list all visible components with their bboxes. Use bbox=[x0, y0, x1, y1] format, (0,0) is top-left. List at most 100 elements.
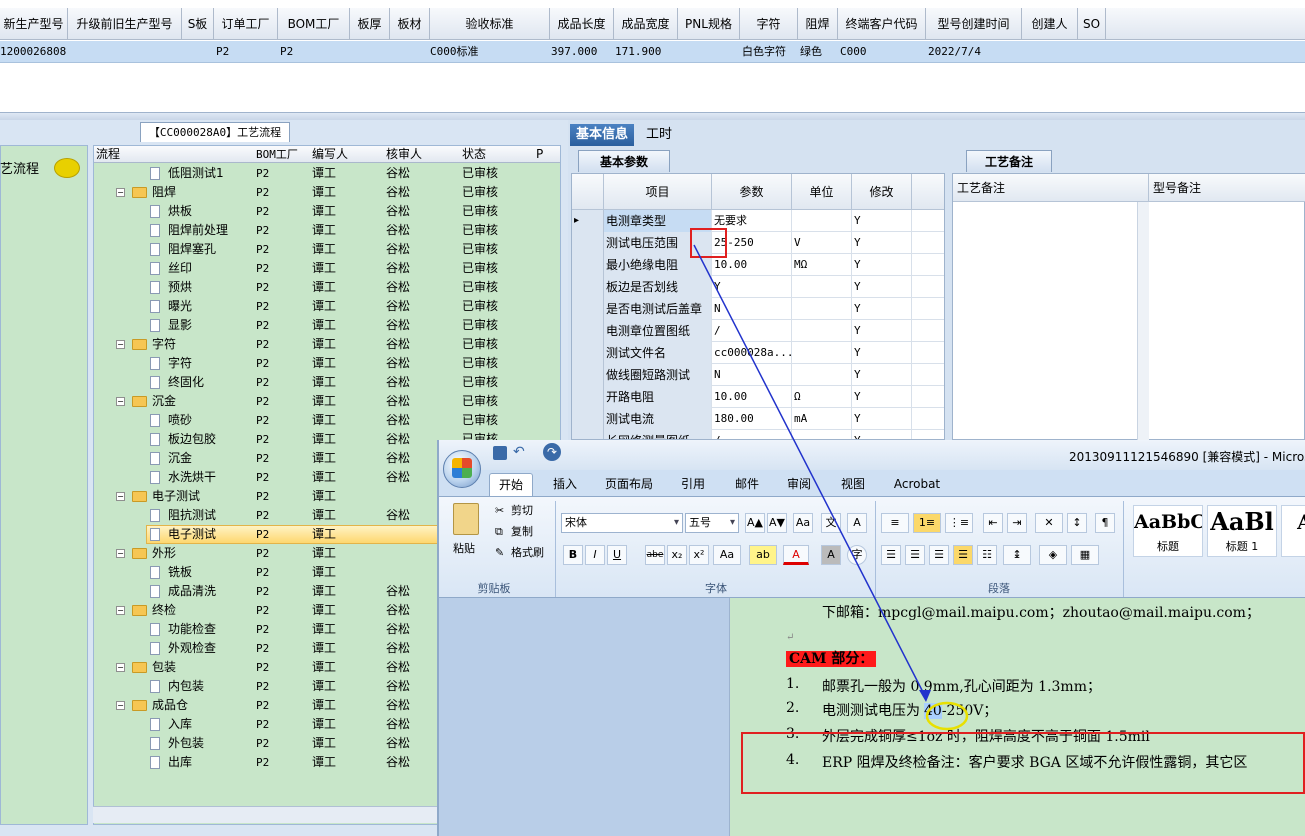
bullets-icon[interactable]: ≡ bbox=[881, 513, 909, 533]
strikethrough-icon[interactable]: abe bbox=[645, 545, 665, 565]
font-size-combo[interactable]: 五号 bbox=[685, 513, 739, 533]
align-center-icon[interactable]: ☰ bbox=[905, 545, 925, 565]
collapse-icon[interactable]: − bbox=[116, 188, 125, 197]
align-left-icon[interactable]: ☰ bbox=[881, 545, 901, 565]
numbering-icon[interactable]: 1≡ bbox=[913, 513, 941, 533]
tree-row[interactable]: 低阻测试1 P2 谭工 谷松 已审核 bbox=[94, 164, 560, 183]
row-indicator[interactable] bbox=[572, 276, 604, 298]
style-title[interactable]: AaBbC 标题 bbox=[1133, 505, 1203, 557]
row-indicator[interactable] bbox=[572, 386, 604, 408]
horizontal-splitter[interactable] bbox=[0, 112, 1305, 120]
tree-row[interactable]: − 字符 P2 谭工 谷松 已审核 bbox=[94, 335, 560, 354]
collapse-icon[interactable]: − bbox=[116, 663, 125, 672]
decrease-indent-icon[interactable]: ⇤ bbox=[983, 513, 1003, 533]
italic-icon[interactable]: I bbox=[585, 545, 605, 565]
col-silk[interactable]: 字符 bbox=[740, 8, 798, 40]
tab-acrobat[interactable]: Acrobat bbox=[889, 473, 945, 496]
font-color-icon[interactable]: A bbox=[783, 545, 809, 565]
format-painter-button[interactable]: 格式刷 bbox=[511, 543, 544, 563]
paste-button[interactable]: 粘贴 bbox=[453, 539, 475, 559]
show-marks-icon[interactable]: ¶ bbox=[1095, 513, 1115, 533]
tree-col-p[interactable]: P bbox=[536, 146, 543, 163]
tree-col-flow[interactable]: 流程 bbox=[96, 146, 120, 163]
tab-work-hours[interactable]: 工时 bbox=[640, 124, 678, 146]
top-grid-row[interactable]: 1200026808 P2 P2 C000标准 397.000 171.900 … bbox=[0, 41, 1305, 63]
params-row[interactable]: 最小绝缘电阻 10.00 MΩ Y bbox=[572, 254, 944, 276]
comment-icon[interactable] bbox=[54, 158, 80, 178]
col-customer[interactable]: 终端客户代码 bbox=[838, 8, 926, 40]
tab-insert[interactable]: 插入 bbox=[545, 473, 585, 496]
col-material[interactable]: 板材 bbox=[390, 8, 430, 40]
params-row[interactable]: 测试电压范围 25-250 V Y bbox=[572, 232, 944, 254]
collapse-icon[interactable]: − bbox=[116, 492, 125, 501]
tab-review[interactable]: 审阅 bbox=[781, 473, 817, 496]
change-case-icon[interactable]: Aa bbox=[713, 545, 741, 565]
params-row[interactable]: 板边是否划线 Y Y bbox=[572, 276, 944, 298]
shrink-font-icon[interactable]: A▼ bbox=[767, 513, 787, 533]
tree-col-status[interactable]: 状态 bbox=[462, 146, 486, 163]
sort-icon[interactable]: ↕ bbox=[1067, 513, 1087, 533]
tab-home[interactable]: 开始 bbox=[489, 473, 533, 496]
col-bom-factory[interactable]: BOM工厂 bbox=[278, 8, 350, 40]
undo-icon[interactable]: ↶ bbox=[513, 444, 525, 460]
redo-icon[interactable]: ↷ bbox=[543, 443, 561, 461]
col-created[interactable]: 型号创建时间 bbox=[926, 8, 1022, 40]
tab-view[interactable]: 视图 bbox=[835, 473, 871, 496]
tree-row[interactable]: 喷砂 P2 谭工 谷松 已审核 bbox=[94, 411, 560, 430]
collapse-icon[interactable]: − bbox=[116, 549, 125, 558]
char-border-icon[interactable]: A bbox=[847, 513, 867, 533]
params-col-item[interactable]: 项目 bbox=[604, 174, 712, 210]
enclose-char-icon[interactable]: 字 bbox=[847, 545, 867, 565]
distribute-icon[interactable]: ☷ bbox=[977, 545, 997, 565]
copy-button[interactable]: 复制 bbox=[511, 522, 533, 542]
tree-row[interactable]: 烘板 P2 谭工 谷松 已审核 bbox=[94, 202, 560, 221]
align-right-icon[interactable]: ☰ bbox=[929, 545, 949, 565]
paste-icon[interactable] bbox=[453, 503, 479, 535]
tab-references[interactable]: 引用 bbox=[675, 473, 711, 496]
bold-icon[interactable]: B bbox=[563, 545, 583, 565]
row-indicator[interactable] bbox=[572, 254, 604, 276]
col-order-factory[interactable]: 订单工厂 bbox=[214, 8, 278, 40]
justify-icon[interactable]: ☰ bbox=[953, 545, 973, 565]
collapse-icon[interactable]: − bbox=[116, 701, 125, 710]
col-width[interactable]: 成品宽度 bbox=[614, 8, 678, 40]
tree-row[interactable]: 预烘 P2 谭工 谷松 已审核 bbox=[94, 278, 560, 297]
char-shading-icon[interactable]: A bbox=[821, 545, 841, 565]
params-row[interactable]: 电测章位置图纸 / Y bbox=[572, 320, 944, 342]
tree-row[interactable]: 终固化 P2 谭工 谷松 已审核 bbox=[94, 373, 560, 392]
col-mask[interactable]: 阻焊 bbox=[798, 8, 838, 40]
grow-font-icon[interactable]: A▲ bbox=[745, 513, 765, 533]
subscript-icon[interactable]: x₂ bbox=[667, 545, 687, 565]
row-indicator[interactable] bbox=[572, 298, 604, 320]
row-indicator[interactable] bbox=[572, 430, 604, 439]
row-indicator[interactable] bbox=[572, 232, 604, 254]
tab-layout[interactable]: 页面布局 bbox=[599, 473, 659, 496]
notes-col-model[interactable]: 型号备注 bbox=[1149, 174, 1305, 202]
tree-col-writer[interactable]: 编写人 bbox=[312, 146, 348, 163]
params-row[interactable]: 开路电阻 10.00 Ω Y bbox=[572, 386, 944, 408]
tree-row[interactable]: − 阻焊 P2 谭工 谷松 已审核 bbox=[94, 183, 560, 202]
col-thickness[interactable]: 板厚 bbox=[350, 8, 390, 40]
current-row-indicator-icon[interactable]: ▸ bbox=[572, 210, 604, 232]
document-page[interactable]: 下邮箱：mpcgl@mail.maipu.com；zhoutao@mail.ma… bbox=[729, 598, 1305, 836]
phonetic-icon[interactable]: 文 bbox=[821, 513, 841, 533]
tab-basic-params[interactable]: 基本参数 bbox=[578, 150, 670, 172]
params-row[interactable]: ▸ 电测章类型 无要求 Y bbox=[572, 210, 944, 232]
tree-row[interactable]: 曝光 P2 谭工 谷松 已审核 bbox=[94, 297, 560, 316]
multilevel-list-icon[interactable]: ⋮≡ bbox=[945, 513, 973, 533]
save-icon[interactable] bbox=[493, 446, 507, 460]
cut-button[interactable]: 剪切 bbox=[511, 501, 533, 521]
notes-scrollbar[interactable] bbox=[1137, 202, 1149, 440]
style-subtitle[interactable]: AaI 副标 bbox=[1281, 505, 1305, 557]
params-row[interactable]: 做线圈短路测试 N Y bbox=[572, 364, 944, 386]
tree-row[interactable]: 丝印 P2 谭工 谷松 已审核 bbox=[94, 259, 560, 278]
notes-col-process[interactable]: 工艺备注 bbox=[953, 174, 1149, 202]
chinese-layout-icon[interactable]: ✕ bbox=[1035, 513, 1063, 533]
tree-row[interactable]: 显影 P2 谭工 谷松 已审核 bbox=[94, 316, 560, 335]
col-length[interactable]: 成品长度 bbox=[550, 8, 614, 40]
params-row[interactable]: 测试文件名 cc000028a... Y bbox=[572, 342, 944, 364]
tree-row[interactable]: 阻焊前处理 P2 谭工 谷松 已审核 bbox=[94, 221, 560, 240]
tab-basic-info[interactable]: 基本信息 bbox=[570, 124, 635, 146]
row-indicator[interactable] bbox=[572, 320, 604, 342]
params-col-value[interactable]: 参数 bbox=[712, 174, 792, 210]
